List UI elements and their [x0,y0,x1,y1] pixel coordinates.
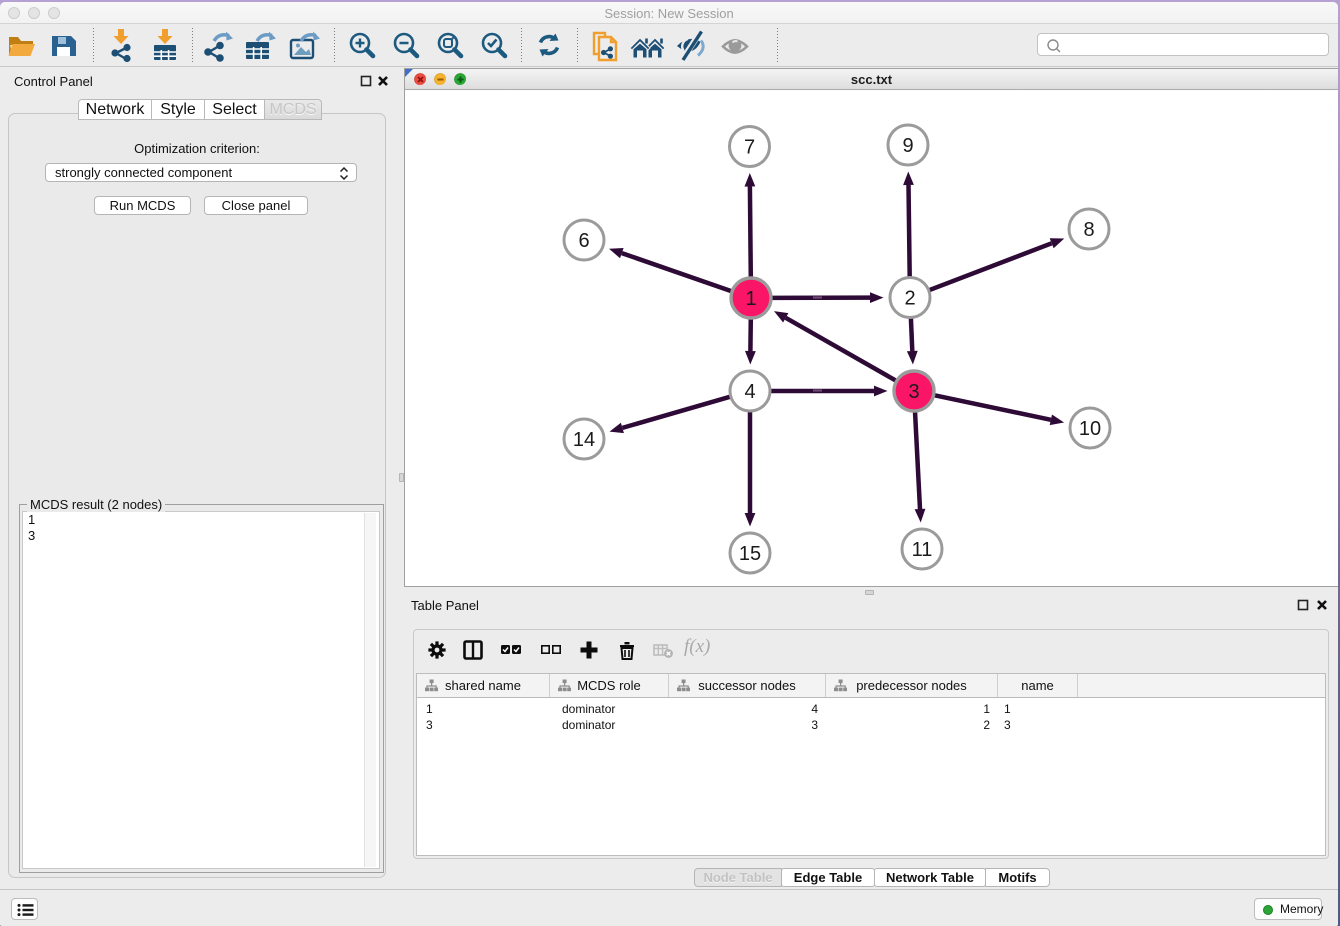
svg-text:11: 11 [912,539,933,561]
svg-text:6: 6 [578,230,589,252]
svg-text:14: 14 [573,429,595,451]
svg-text:9: 9 [902,135,913,157]
svg-text:7: 7 [744,137,755,159]
svg-text:10: 10 [1079,418,1101,440]
svg-text:1: 1 [745,288,756,310]
svg-text:3: 3 [908,381,919,403]
svg-text:2: 2 [904,288,915,310]
svg-text:15: 15 [739,543,761,565]
svg-text:4: 4 [744,381,755,403]
svg-text:8: 8 [1083,219,1094,241]
